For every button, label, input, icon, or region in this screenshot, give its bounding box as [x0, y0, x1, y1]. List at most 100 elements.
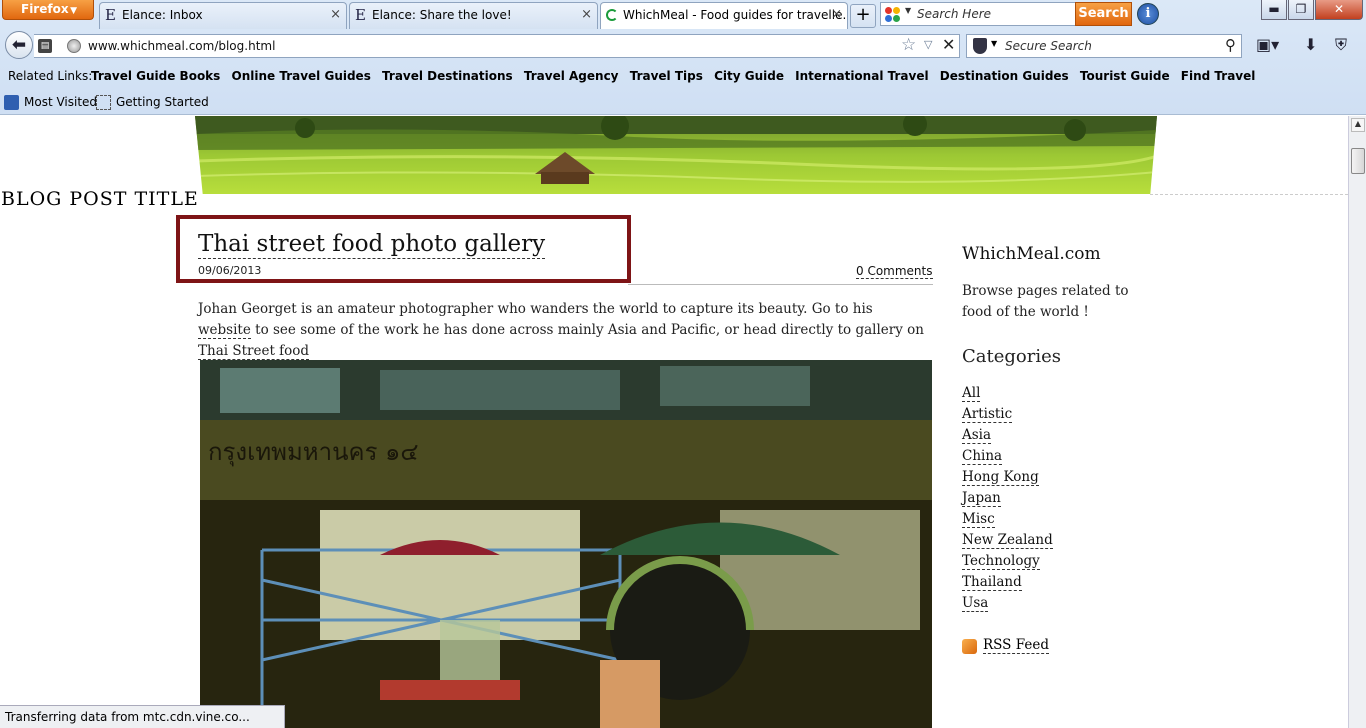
category-link[interactable]: Technology: [962, 553, 1040, 570]
street-food-photo[interactable]: กรุงเทพมหานคร ๑๔: [200, 360, 932, 728]
related-link[interactable]: Travel Agency: [524, 69, 619, 83]
globe-icon: [67, 39, 81, 53]
maximize-button[interactable]: ❐: [1288, 0, 1314, 20]
post-text: Johan Georget is an amateur photographer…: [198, 301, 873, 317]
shield-icon: [973, 38, 987, 54]
category-item: Misc: [962, 509, 1053, 530]
new-tab-button[interactable]: +: [850, 4, 876, 28]
browser-chrome: Firefox ▼ E Elance: Inbox × E Elance: Sh…: [0, 0, 1366, 115]
url-text[interactable]: www.whichmeal.com/blog.html: [88, 39, 275, 53]
download-icon[interactable]: ⬇: [1304, 35, 1317, 54]
category-link[interactable]: Artistic: [962, 406, 1013, 423]
related-links-list: Travel Guide Books Online Travel Guides …: [91, 69, 1262, 83]
info-icon[interactable]: i: [1137, 3, 1159, 25]
post-text: to see some of the work he has done acro…: [250, 322, 924, 338]
related-links-toolbar: Related Links: Travel Guide Books Online…: [0, 62, 1366, 90]
category-item: New Zealand: [962, 530, 1053, 551]
tab-title: Elance: Share the love!: [372, 8, 512, 22]
vertical-scrollbar[interactable]: ▲: [1348, 116, 1366, 728]
header-divider: [1150, 194, 1348, 195]
category-link[interactable]: New Zealand: [962, 532, 1053, 549]
category-link[interactable]: Hong Kong: [962, 469, 1039, 486]
loading-spinner-icon: [606, 9, 618, 21]
category-item: Usa: [962, 593, 1053, 614]
search-placeholder: Search Here: [917, 7, 992, 21]
bookmark-getting-started[interactable]: Getting Started: [96, 95, 209, 110]
history-dropdown-icon[interactable]: ▽: [924, 38, 932, 51]
status-bar: Transferring data from mtc.cdn.vine.co..…: [0, 705, 285, 728]
scrollbar-thumb[interactable]: [1351, 148, 1365, 174]
close-tab-icon[interactable]: ×: [831, 3, 842, 27]
minimize-button[interactable]: ▬: [1261, 0, 1287, 20]
close-tab-icon[interactable]: ×: [581, 3, 592, 27]
category-item: Japan: [962, 488, 1053, 509]
bookmark-star-icon[interactable]: ☆: [901, 35, 916, 55]
rss-feed-link[interactable]: RSS Feed: [962, 637, 1049, 654]
post-divider: [628, 284, 933, 285]
dropdown-arrow-icon: ▼: [70, 6, 77, 16]
post-body: Johan Georget is an amateur photographer…: [198, 299, 928, 362]
scroll-up-icon[interactable]: ▲: [1351, 118, 1365, 132]
photo-sign-text: กรุงเทพมหานคร ๑๔: [208, 438, 418, 467]
elance-e-icon: E: [105, 6, 116, 24]
post-title-link[interactable]: Thai street food photo gallery: [198, 231, 546, 259]
related-link[interactable]: Find Travel: [1181, 69, 1256, 83]
related-link[interactable]: Online Travel Guides: [232, 69, 371, 83]
secure-search-box[interactable]: ▼ Secure Search ⚲: [966, 34, 1242, 58]
bookmark-most-visited[interactable]: Most Visited: [4, 95, 98, 110]
website-link[interactable]: website: [198, 322, 251, 339]
dropdown-arrow-icon[interactable]: ▼: [905, 6, 911, 15]
back-button[interactable]: ⬅: [5, 31, 33, 59]
thai-street-food-link[interactable]: Thai Street food: [198, 343, 310, 360]
tab-whichmeal[interactable]: WhichMeal - Food guides for travelle... …: [600, 2, 848, 29]
category-link[interactable]: Japan: [962, 490, 1001, 507]
categories-heading: Categories: [962, 346, 1061, 367]
rss-icon: [962, 639, 977, 654]
related-link[interactable]: Travel Tips: [630, 69, 703, 83]
bookmark-label: Most Visited: [24, 95, 98, 109]
tab-strip: Firefox ▼ E Elance: Inbox × E Elance: Sh…: [0, 0, 1366, 30]
related-link[interactable]: Destination Guides: [940, 69, 1069, 83]
post-date: 09/06/2013: [198, 264, 262, 277]
search-engine-icon[interactable]: [885, 7, 901, 23]
secure-search-placeholder: Secure Search: [1005, 39, 1092, 53]
category-link[interactable]: Misc: [962, 511, 995, 528]
categories-list: All Artistic Asia China Hong Kong Japan …: [962, 383, 1053, 614]
related-link[interactable]: Travel Guide Books: [91, 69, 220, 83]
stop-icon[interactable]: ✕: [942, 35, 955, 54]
close-window-button[interactable]: ✕: [1315, 0, 1363, 20]
search-icon[interactable]: ⚲: [1225, 36, 1236, 54]
category-item: Technology: [962, 551, 1053, 572]
related-links-label: Related Links:: [8, 69, 93, 83]
close-tab-icon[interactable]: ×: [330, 3, 341, 27]
url-bar[interactable]: ▤ www.whichmeal.com/blog.html ☆ ▽ ✕: [34, 34, 960, 58]
site-description: Browse pages related to food of the worl…: [962, 283, 1129, 320]
page-icon: [96, 95, 111, 110]
rss-label: RSS Feed: [983, 637, 1049, 654]
category-link[interactable]: Usa: [962, 595, 989, 612]
comments-link[interactable]: 0 Comments: [856, 264, 933, 279]
category-link[interactable]: Thailand: [962, 574, 1022, 591]
tab-elance-inbox[interactable]: E Elance: Inbox ×: [99, 2, 347, 29]
category-link[interactable]: All: [962, 385, 981, 402]
category-item: China: [962, 446, 1053, 467]
related-link[interactable]: Tourist Guide: [1080, 69, 1170, 83]
site-name: WhichMeal.com: [962, 244, 1101, 264]
tab-elance-share[interactable]: E Elance: Share the love! ×: [349, 2, 598, 29]
related-link[interactable]: International Travel: [795, 69, 928, 83]
dropdown-arrow-icon[interactable]: ▼: [991, 39, 997, 48]
bookmarks-menu-icon[interactable]: ▣▾: [1256, 35, 1279, 54]
related-link[interactable]: Travel Destinations: [382, 69, 513, 83]
tab-title: WhichMeal - Food guides for travelle...: [623, 8, 848, 22]
blog-post-title-label: BLOG POST TITLE: [1, 188, 199, 210]
firefox-menu-button[interactable]: Firefox ▼: [2, 0, 94, 20]
search-button[interactable]: Search: [1075, 2, 1132, 26]
tab-title: Elance: Inbox: [122, 8, 203, 22]
related-link[interactable]: City Guide: [714, 69, 784, 83]
category-item: Thailand: [962, 572, 1053, 593]
category-link[interactable]: Asia: [962, 427, 992, 444]
photo-illustration: กรุงเทพมหานคร ๑๔: [200, 360, 932, 728]
category-link[interactable]: China: [962, 448, 1003, 465]
addon-icon[interactable]: ⛨: [1335, 35, 1347, 55]
history-icon[interactable]: ▤: [38, 39, 52, 53]
